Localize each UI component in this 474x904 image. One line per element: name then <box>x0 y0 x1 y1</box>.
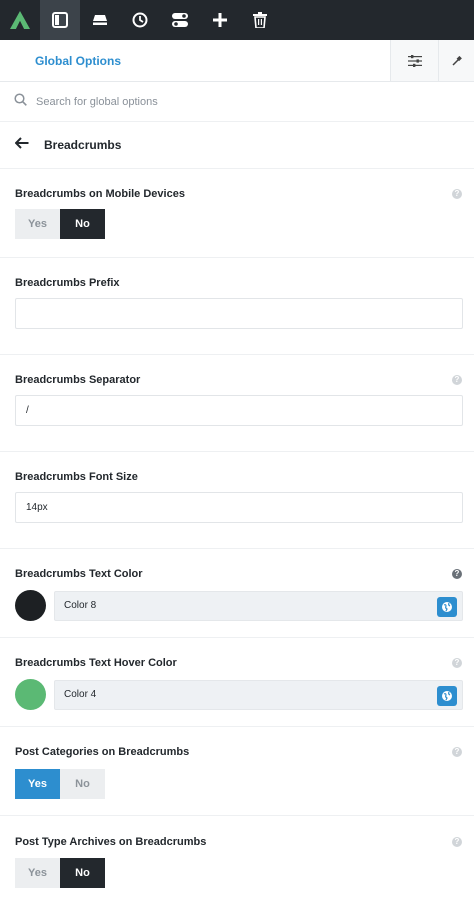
options-header: Global Options <box>0 40 474 82</box>
prefix-section: Breadcrumbs Prefix <box>0 258 474 355</box>
mobile-no-button[interactable]: No <box>60 209 105 239</box>
help-icon[interactable]: ? <box>452 569 462 579</box>
post-categories-toggle: Yes No <box>15 769 105 799</box>
post-type-archives-label: Post Type Archives on Breadcrumbs <box>15 836 207 848</box>
post-type-archives-yes-button[interactable]: Yes <box>15 858 60 888</box>
hover-color-value: Color 4 <box>64 689 97 700</box>
top-toolbar <box>0 0 474 40</box>
trash-icon[interactable] <box>240 0 280 40</box>
font-size-label: Breadcrumbs Font Size <box>15 471 138 483</box>
post-type-archives-toggle: Yes No <box>15 858 105 888</box>
post-categories-no-button[interactable]: No <box>60 769 105 799</box>
arrow-left-icon[interactable] <box>14 136 29 154</box>
globe-icon[interactable] <box>437 685 457 706</box>
post-categories-label: Post Categories on Breadcrumbs <box>15 746 190 758</box>
text-color-label: Breadcrumbs Text Color <box>15 568 143 580</box>
search-bar <box>0 82 474 122</box>
toggle-switch-icon[interactable] <box>160 0 200 40</box>
separator-section: Breadcrumbs Separator ? / <box>0 355 474 452</box>
hover-color-section: Breadcrumbs Text Hover Color ? Color 4 <box>0 638 474 727</box>
color-swatch[interactable] <box>15 590 46 621</box>
prefix-label: Breadcrumbs Prefix <box>15 277 120 289</box>
header-title: Global Options <box>35 53 121 68</box>
font-size-section: Breadcrumbs Font Size 14px <box>0 452 474 549</box>
post-categories-section: Post Categories on Breadcrumbs ? Yes No <box>0 727 474 816</box>
page-title: Breadcrumbs <box>44 138 122 152</box>
font-size-input[interactable]: 14px <box>15 492 463 523</box>
globe-icon[interactable] <box>437 596 457 617</box>
hover-color-row: Color 4 <box>15 679 463 710</box>
help-icon[interactable]: ? <box>452 658 462 668</box>
plus-icon[interactable] <box>200 0 240 40</box>
search-input[interactable] <box>36 95 436 108</box>
prefix-input[interactable] <box>15 298 463 329</box>
text-color-row: Color 8 <box>15 590 463 621</box>
search-icon <box>14 92 27 111</box>
mobile-label: Breadcrumbs on Mobile Devices <box>15 188 185 200</box>
separator-label: Breadcrumbs Separator <box>15 374 141 386</box>
post-type-archives-no-button[interactable]: No <box>60 858 105 888</box>
post-categories-yes-button[interactable]: Yes <box>15 769 60 799</box>
mobile-section: Breadcrumbs on Mobile Devices ? Yes No <box>0 169 474 258</box>
hover-color-label: Breadcrumbs Text Hover Color <box>15 657 177 669</box>
help-icon[interactable]: ? <box>452 837 462 847</box>
separator-input[interactable]: / <box>15 395 463 426</box>
breadcrumb-nav: Breadcrumbs <box>0 122 474 169</box>
help-icon[interactable]: ? <box>452 747 462 757</box>
brand-logo-icon[interactable] <box>0 0 40 40</box>
help-icon[interactable]: ? <box>452 189 462 199</box>
text-color-value: Color 8 <box>64 600 97 611</box>
eyedropper-icon[interactable] <box>438 40 474 81</box>
color-swatch[interactable] <box>15 679 46 710</box>
text-color-field[interactable]: Color 8 <box>54 590 463 621</box>
clock-icon[interactable] <box>120 0 160 40</box>
mobile-toggle: Yes No <box>15 209 105 239</box>
post-type-archives-section: Post Type Archives on Breadcrumbs ? Yes … <box>0 816 474 904</box>
hover-color-field[interactable]: Color 4 <box>54 679 463 710</box>
help-icon[interactable]: ? <box>452 375 462 385</box>
sidebar-panel-icon[interactable] <box>40 0 80 40</box>
sliders-icon[interactable] <box>390 40 438 81</box>
mobile-yes-button[interactable]: Yes <box>15 209 60 239</box>
tray-icon[interactable] <box>80 0 120 40</box>
text-color-section: Breadcrumbs Text Color ? Color 8 <box>0 549 474 638</box>
